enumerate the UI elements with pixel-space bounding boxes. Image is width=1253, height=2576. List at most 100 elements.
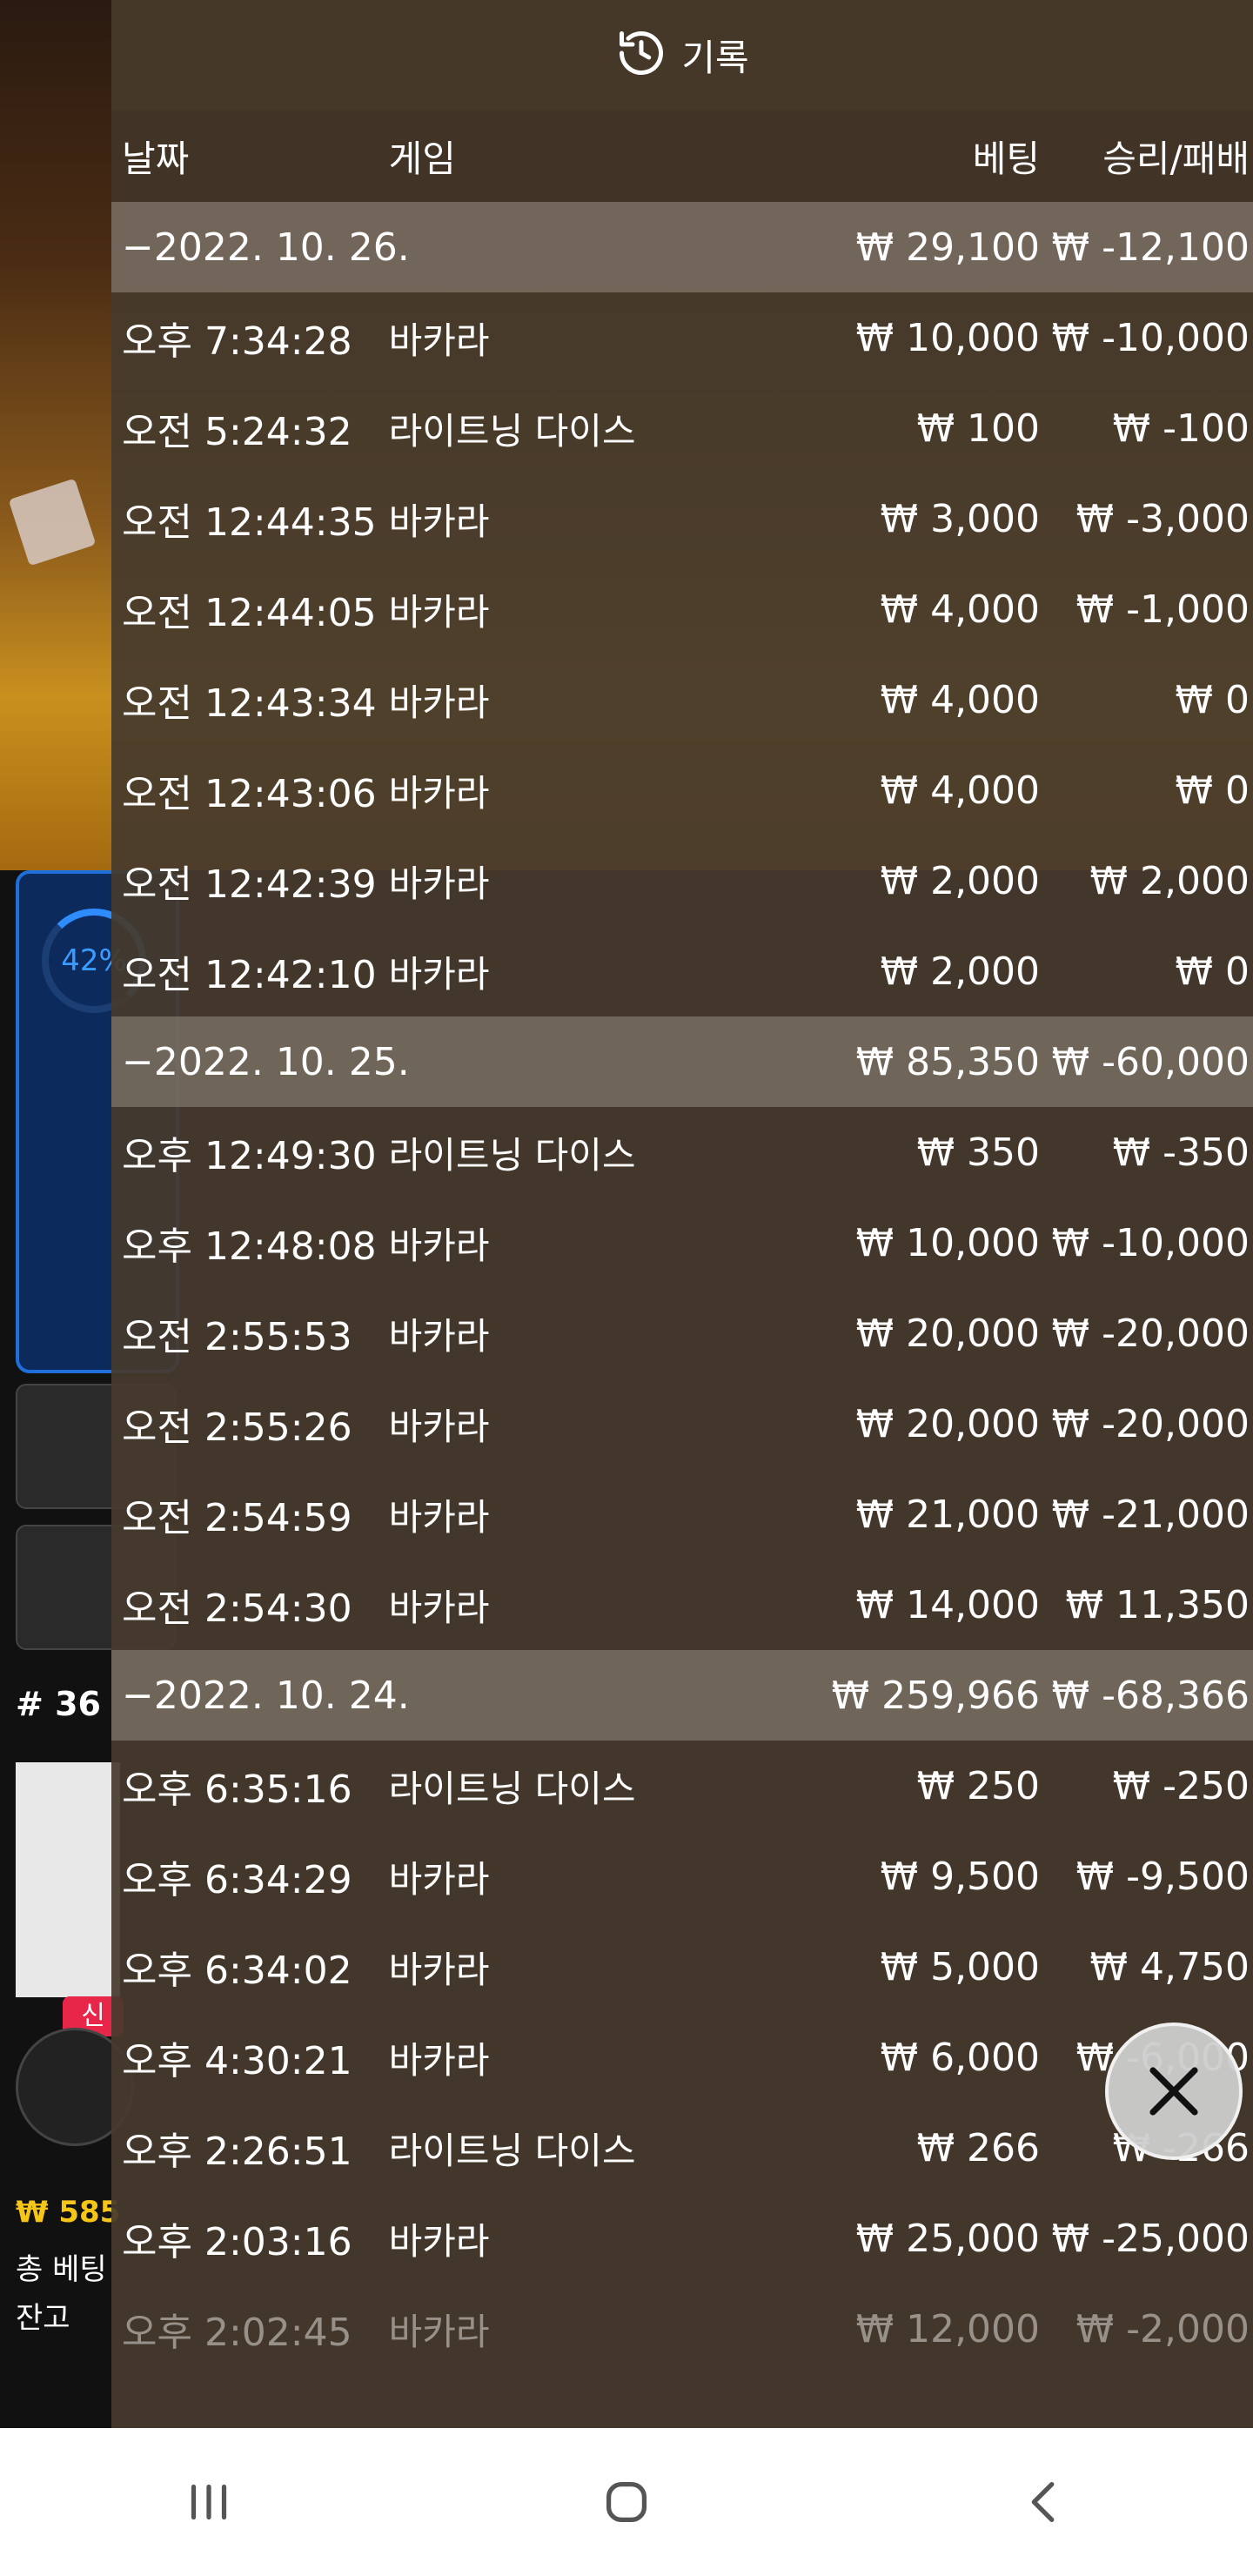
column-date: 날짜 [122,137,190,180]
history-row[interactable]: 오전 5:24:32 라이트닝 다이스 ₩ 100 ₩ -100 [111,383,1253,473]
row-bet: ₩ 10,000 [855,1220,1041,1265]
history-list[interactable]: −2022. 10. 26. ₩ 29,100 ₩ -12,100 오후 7:34:2… [111,202,1253,2374]
row-bet: ₩ 4,000 [880,768,1041,813]
row-time: 오후 2:03:16 [122,2220,352,2264]
home-icon [606,2481,647,2523]
row-time: 오전 12:44:35 [122,500,377,545]
row-game: 바카라 [388,319,490,362]
history-row[interactable]: 오후 7:34:28 바카라 ₩ 10,000 ₩ -10,000 [111,292,1253,383]
history-row[interactable]: 오전 12:44:05 바카라 ₩ 4,000 ₩ -1,000 [111,564,1253,654]
history-row[interactable]: 오후 2:03:16 바카라 ₩ 25,000 ₩ -25,000 [111,2193,1253,2284]
row-result: ₩ 11,350 [1065,1582,1250,1627]
row-game: 바카라 [388,771,490,815]
history-row[interactable]: 오후 4:30:21바카라₩ 6,000₩ -6,000 [111,2012,1253,2103]
row-time: 오후 7:34:28 [122,319,352,364]
group-bet-total: ₩ 85,350 [855,1039,1041,1084]
group-result-total: ₩ -68,366 [1051,1673,1250,1718]
row-bet: ₩ 21,000 [855,1492,1041,1537]
row-game: 라이트닝 다이스 [388,1767,636,1810]
group-result-total: ₩ -60,000 [1051,1039,1250,1084]
column-result: 승리/패배 [1102,137,1250,180]
row-bet: ₩ 2,000 [880,858,1041,903]
column-headers: 날짜 게임 베팅 승리/패배 [111,110,1253,202]
row-time: 오전 12:44:05 [122,591,377,635]
date-group-header[interactable]: −2022. 10. 25. ₩ 85,350 ₩ -60,000 [111,1016,1253,1107]
history-row[interactable]: 오전 12:42:10 바카라 ₩ 2,000 ₩ 0 [111,926,1253,1016]
history-row[interactable]: 오전 12:43:06 바카라 ₩ 4,000 ₩ 0 [111,745,1253,835]
back-button[interactable] [992,2450,1096,2554]
row-game: 바카라 [388,1857,490,1901]
date-group-header[interactable]: −2022. 10. 24. ₩ 259,966 ₩ -68,366 [111,1650,1253,1741]
row-game: 바카라 [388,1948,490,1991]
row-result: ₩ -25,000 [1051,2216,1250,2261]
history-row[interactable]: 오전 2:55:53 바카라 ₩ 20,000 ₩ -20,000 [111,1288,1253,1379]
row-time: 오전 2:54:59 [122,1496,352,1540]
row-result: ₩ 0 [1175,677,1250,722]
history-row[interactable]: 오후 12:49:30 라이트닝 다이스 ₩ 350 ₩ -350 [111,1107,1253,1197]
row-result: ₩ -3,000 [1075,496,1250,541]
row-time: 오전 5:24:32 [122,410,352,454]
history-row[interactable]: 오후 6:35:16 라이트닝 다이스 ₩ 250 ₩ -250 [111,1741,1253,1831]
row-bet: ₩ 14,000 [855,1582,1041,1627]
row-game: 라이트닝 다이스 [388,2129,636,2172]
history-row[interactable]: 오후 6:34:29 바카라 ₩ 9,500 ₩ -9,500 [111,1831,1253,1922]
row-bet: ₩ 9,500 [880,1854,1041,1899]
row-time: 오전 12:43:06 [122,772,377,816]
history-row[interactable]: 오전 12:42:39 바카라 ₩ 2,000 ₩ 2,000 [111,835,1253,926]
row-game: 바카라 [388,1405,490,1448]
row-time: 오후 12:49:30 [122,1134,377,1178]
history-icon [615,27,667,83]
row-result: ₩ -350 [1112,1130,1250,1175]
row-bet: ₩ 2,000 [880,949,1041,994]
column-game: 게임 [388,137,456,180]
row-time: 오후 12:48:08 [122,1224,377,1269]
row-game: 바카라 [388,952,490,996]
history-row[interactable]: 오후 2:02:45 바카라 ₩ 12,000 ₩ -2,000 [111,2284,1253,2374]
row-game: 바카라 [388,1495,490,1539]
group-bet-total: ₩ 29,100 [855,225,1041,270]
row-result: ₩ -1,000 [1075,587,1250,632]
row-result: ₩ -20,000 [1051,1311,1250,1356]
home-button[interactable] [574,2450,679,2554]
history-row[interactable]: 오후 6:34:02 바카라 ₩ 5,000 ₩ 4,750 [111,1922,1253,2012]
recent-apps-button[interactable] [157,2450,261,2554]
history-row[interactable]: 오전 12:43:34 바카라 ₩ 4,000 ₩ 0 [111,654,1253,745]
row-bet: ₩ 4,000 [880,677,1041,722]
row-time: 오전 12:42:39 [122,862,377,907]
history-row[interactable]: 오전 2:54:30 바카라 ₩ 14,000 ₩ 11,350 [111,1560,1253,1650]
row-result: ₩ -100 [1112,406,1250,451]
history-header: 기록 [111,0,1253,110]
row-bet: ₩ 10,000 [855,315,1041,360]
row-bet: ₩ 6,000 [880,2035,1041,2080]
row-bet: ₩ 100 [916,406,1041,451]
row-result: ₩ -10,000 [1051,1220,1250,1265]
row-game: 바카라 [388,2310,490,2353]
row-time: 오전 2:54:30 [122,1587,352,1631]
row-game: 라이트닝 다이스 [388,1133,636,1177]
row-bet: ₩ 20,000 [855,1311,1041,1356]
history-row[interactable]: 오전 12:44:35 바카라 ₩ 3,000 ₩ -3,000 [111,473,1253,564]
history-row[interactable]: 오후 2:26:51라이트닝 다이스₩ 266₩ -266 [111,2103,1253,2193]
row-bet: ₩ 25,000 [855,2216,1041,2261]
row-result: ₩ -250 [1112,1763,1250,1808]
row-result: ₩ -2,000 [1075,2306,1250,2351]
row-time: 오후 2:02:45 [122,2311,352,2355]
row-time: 오후 6:34:02 [122,1949,352,1993]
row-result: ₩ -10,000 [1051,315,1250,360]
history-panel: 기록 날짜 게임 베팅 승리/패배 −2022. 10. 26. ₩ 29,100… [111,0,1253,2428]
row-bet: ₩ 250 [916,1763,1041,1808]
group-date: −2022. 10. 25. [122,1039,410,1084]
row-bet: ₩ 20,000 [855,1401,1041,1446]
history-row[interactable]: 오전 2:54:59 바카라 ₩ 21,000 ₩ -21,000 [111,1469,1253,1560]
back-icon [1031,2481,1055,2523]
history-row[interactable]: 오전 2:55:26 바카라 ₩ 20,000 ₩ -20,000 [111,1379,1253,1469]
recent-apps-icon [191,2484,227,2520]
history-title: 기록 [681,36,749,79]
row-time: 오후 4:30:21 [122,2039,352,2083]
row-time: 오전 12:43:34 [122,681,377,726]
row-time: 오전 12:42:10 [122,953,377,997]
date-group-header[interactable]: −2022. 10. 26. ₩ 29,100 ₩ -12,100 [111,202,1253,292]
group-date: −2022. 10. 24. [122,1673,410,1718]
close-button[interactable] [1105,2023,1243,2160]
history-row[interactable]: 오후 12:48:08 바카라 ₩ 10,000 ₩ -10,000 [111,1197,1253,1288]
